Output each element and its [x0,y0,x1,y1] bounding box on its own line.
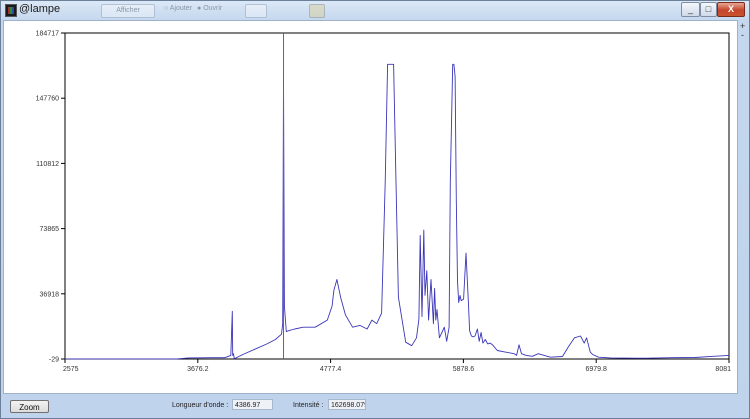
faded-radio-open-label: Ouvrir [203,5,223,12]
faded-radio-open: ● Ouvrir [197,5,223,12]
wavelength-value: 4386.97 [232,399,273,410]
close-button[interactable]: X [717,2,745,17]
spectrum-chart[interactable]: 2575 3676.2 4777.4 5878.6 6979.8 8081 -29 36918… [4,21,737,393]
x-tick-label: 3676.2 [187,366,209,373]
x-tick-label: 6979.8 [585,366,607,373]
app-spectrum-icon [5,4,17,17]
y-tick-label: 73865 [40,226,60,233]
window-title: @lampe [19,3,61,15]
x-tick-label: 5878.6 [453,366,475,373]
spectrum-plot-panel[interactable]: 2575 3676.2 4777.4 5878.6 6979.8 8081 -29 36918… [3,20,738,394]
x-tick-label: 2575 [63,366,79,373]
y-tick-label: 110812 [36,161,59,168]
x-tick-label: 4777.4 [320,366,342,373]
maximize-button[interactable]: □ [700,2,717,17]
y-tick-label: 147760 [36,96,59,103]
faded-radio-add: ○ Ajouter [164,5,192,12]
zoom-button[interactable]: Zoom [10,400,49,413]
plot-zoom-out-icon[interactable]: - [741,30,744,40]
y-tick-label: -29 [49,357,59,364]
minimize-button[interactable]: _ [681,2,700,17]
application-window: @lampe Afficher ○ Ajouter ● Ouvrir _ □ X… [0,0,750,419]
wavelength-label: Longueur d'onde : [172,402,229,409]
intensity-label: Intensité : [293,402,324,409]
y-tick-label: 36918 [40,291,60,298]
y-tick-label: 184717 [36,31,59,38]
status-bar: Zoom Longueur d'onde : 4386.97 Intensité… [1,394,749,418]
faded-radio-add-label: Ajouter [169,5,192,12]
x-tick-label: 8081 [715,366,731,373]
intensity-value: 162698.0797 [328,399,366,410]
title-bar[interactable]: @lampe Afficher ○ Ajouter ● Ouvrir _ □ X [1,1,749,19]
plot-area-frame [64,32,730,360]
faded-folder-icon [309,4,325,18]
faded-display-button: Afficher [101,4,155,18]
faded-tool-icon [245,4,267,18]
